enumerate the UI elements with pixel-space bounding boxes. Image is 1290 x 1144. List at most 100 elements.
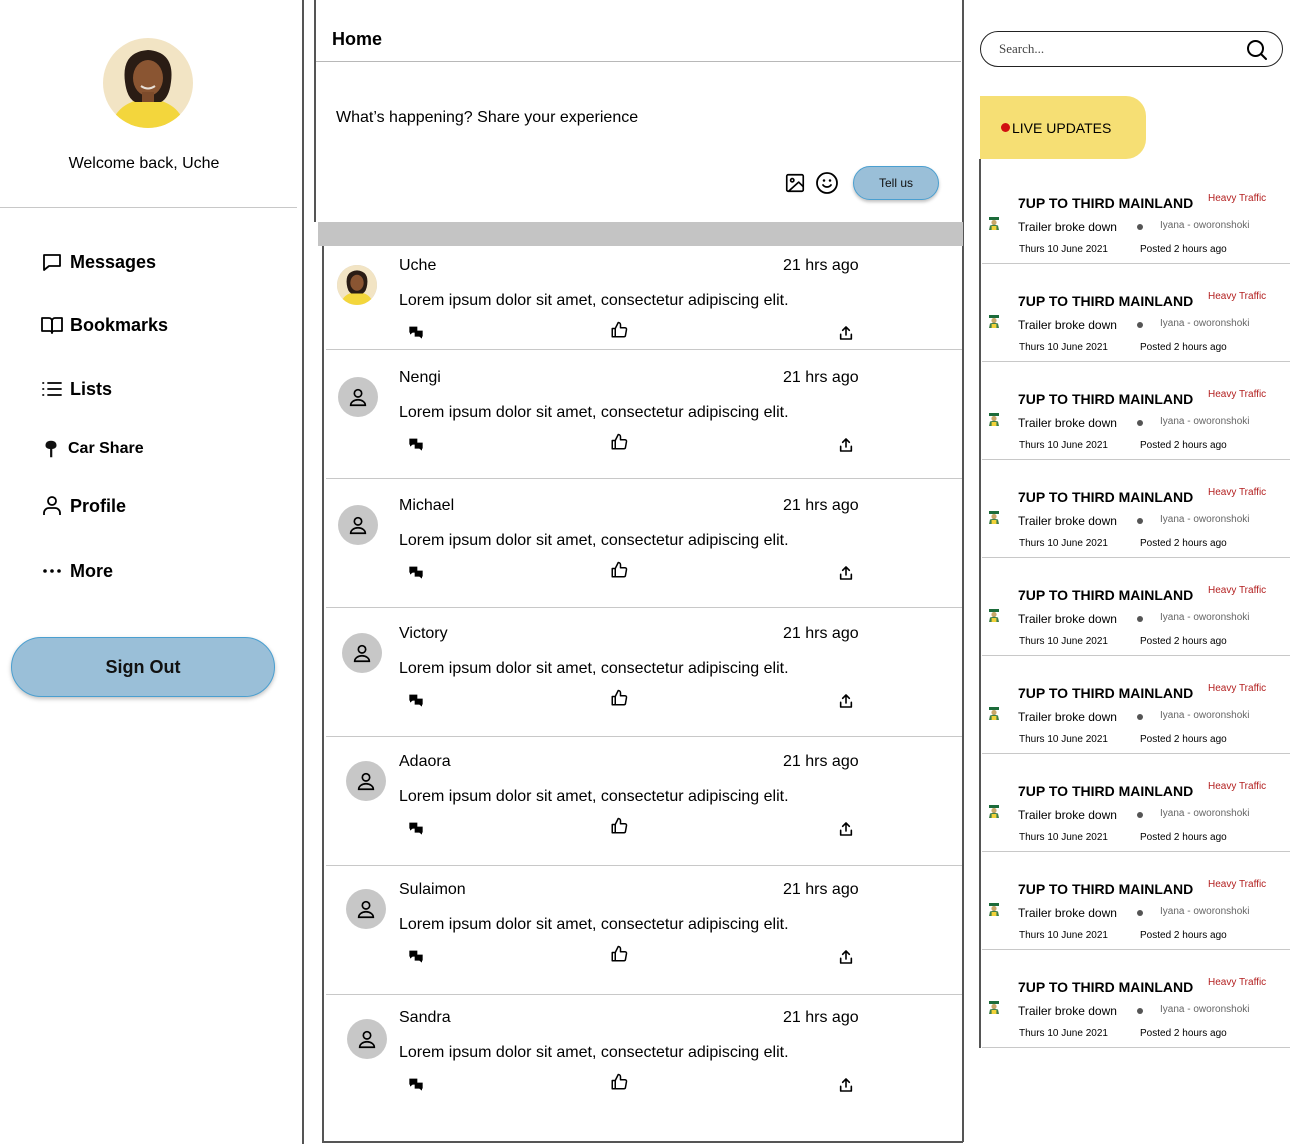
nav-item-car-share[interactable]: Car Share xyxy=(40,438,144,460)
share-icon[interactable] xyxy=(838,693,854,709)
comment-icon[interactable] xyxy=(408,692,424,708)
post-item: Sandra 21 hrs ago Lorem ipsum dolor sit … xyxy=(326,995,962,1124)
avatar[interactable] xyxy=(346,761,386,801)
update-title: 7UP TO THIRD MAINLAND xyxy=(1018,881,1194,897)
share-icon[interactable] xyxy=(838,821,854,837)
share-icon[interactable] xyxy=(838,437,854,453)
like-icon[interactable] xyxy=(610,321,628,339)
nav-item-bookmarks[interactable]: Bookmarks xyxy=(40,313,168,337)
comment-icon[interactable] xyxy=(408,436,424,452)
traffic-tag: Heavy Traffic xyxy=(1208,977,1267,988)
post-author[interactable]: Sulaimon xyxy=(399,881,466,899)
post-timestamp: 21 hrs ago xyxy=(783,257,859,274)
update-location: Iyana - oworonshoki xyxy=(1160,808,1250,819)
list-item[interactable]: 7UP TO THIRD MAINLAND Heavy Traffic Trai… xyxy=(982,362,1290,460)
update-posted: Posted 2 hours ago xyxy=(1140,734,1227,745)
feed-bottom-border xyxy=(322,1141,963,1143)
comment-icon[interactable] xyxy=(408,1076,424,1092)
avatar[interactable] xyxy=(346,889,386,929)
feed-left-border-lower xyxy=(322,246,324,1142)
compose-input[interactable]: What’s happening? Share your experience xyxy=(336,109,638,127)
list-item[interactable]: 7UP TO THIRD MAINLAND Heavy Traffic Trai… xyxy=(982,166,1290,264)
share-icon[interactable] xyxy=(838,325,854,341)
like-icon[interactable] xyxy=(610,561,628,579)
separator-dot xyxy=(1137,420,1143,426)
like-icon[interactable] xyxy=(610,689,628,707)
nav-item-profile[interactable]: Profile xyxy=(40,494,126,518)
share-icon[interactable] xyxy=(838,949,854,965)
post-author[interactable]: Victory xyxy=(399,625,448,643)
comment-icon[interactable] xyxy=(408,948,424,964)
update-location: Iyana - oworonshoki xyxy=(1160,416,1250,427)
search-icon[interactable] xyxy=(1245,38,1269,62)
post-item: Victory 21 hrs ago Lorem ipsum dolor sit… xyxy=(326,608,962,737)
header-divider xyxy=(316,61,961,62)
search-input[interactable] xyxy=(999,40,1239,58)
user-icon xyxy=(358,1030,376,1049)
update-description: Trailer broke down xyxy=(1018,1004,1117,1018)
post-author[interactable]: Uche xyxy=(399,257,436,275)
update-posted: Posted 2 hours ago xyxy=(1140,538,1227,549)
like-icon[interactable] xyxy=(610,817,628,835)
update-description: Trailer broke down xyxy=(1018,416,1117,430)
traffic-tag: Heavy Traffic xyxy=(1208,585,1267,596)
separator-dot xyxy=(1137,322,1143,328)
post-timestamp: 21 hrs ago xyxy=(783,369,859,386)
update-location: Iyana - oworonshoki xyxy=(1160,1004,1250,1015)
traffic-tag: Heavy Traffic xyxy=(1208,193,1267,204)
comment-icon[interactable] xyxy=(408,564,424,580)
like-icon[interactable] xyxy=(610,1073,628,1091)
update-location: Iyana - oworonshoki xyxy=(1160,514,1250,525)
share-icon[interactable] xyxy=(838,1077,854,1093)
user-icon xyxy=(43,496,61,515)
avatar[interactable] xyxy=(338,505,378,545)
update-location: Iyana - oworonshoki xyxy=(1160,906,1250,917)
live-indicator-dot xyxy=(1001,123,1010,132)
post-author[interactable]: Michael xyxy=(399,497,454,515)
traffic-officer-icon xyxy=(989,217,999,230)
list-item[interactable]: 7UP TO THIRD MAINLAND Heavy Traffic Trai… xyxy=(982,950,1290,1048)
separator-dot xyxy=(1137,616,1143,622)
avatar[interactable] xyxy=(342,633,382,673)
nav-item-more[interactable]: More xyxy=(40,559,113,583)
nav-item-messages[interactable]: Messages xyxy=(40,250,156,274)
emoji-icon[interactable] xyxy=(815,171,839,195)
live-updates-tab[interactable]: LIVE UPDATES xyxy=(980,96,1146,159)
post-text: Lorem ipsum dolor sit amet, consectetur … xyxy=(399,404,789,421)
nav-label-more: More xyxy=(70,560,114,581)
like-icon[interactable] xyxy=(610,945,628,963)
traffic-tag: Heavy Traffic xyxy=(1208,487,1267,498)
update-posted: Posted 2 hours ago xyxy=(1140,342,1227,353)
post-author[interactable]: Adaora xyxy=(399,753,451,771)
avatar[interactable] xyxy=(338,377,378,417)
user-avatar[interactable] xyxy=(103,38,193,128)
post-author[interactable]: Sandra xyxy=(399,1009,451,1027)
book-icon xyxy=(41,317,63,334)
location-pin-icon xyxy=(45,440,57,458)
update-title: 7UP TO THIRD MAINLAND xyxy=(1018,587,1194,603)
post-author[interactable]: Nengi xyxy=(399,369,441,387)
compose-divider-band xyxy=(318,222,963,246)
list-item[interactable]: 7UP TO THIRD MAINLAND Heavy Traffic Trai… xyxy=(982,264,1290,362)
image-icon[interactable] xyxy=(784,172,806,194)
share-icon[interactable] xyxy=(838,565,854,581)
tell-us-button[interactable]: Tell us xyxy=(853,166,939,200)
list-item[interactable]: 7UP TO THIRD MAINLAND Heavy Traffic Trai… xyxy=(982,558,1290,656)
update-description: Trailer broke down xyxy=(1018,220,1117,234)
comment-icon[interactable] xyxy=(408,324,424,340)
update-date: Thurs 10 June 2021 xyxy=(1019,244,1108,255)
list-item[interactable]: 7UP TO THIRD MAINLAND Heavy Traffic Trai… xyxy=(982,460,1290,558)
list-item[interactable]: 7UP TO THIRD MAINLAND Heavy Traffic Trai… xyxy=(982,656,1290,754)
update-title: 7UP TO THIRD MAINLAND xyxy=(1018,783,1194,799)
traffic-tag: Heavy Traffic xyxy=(1208,683,1267,694)
like-icon[interactable] xyxy=(610,433,628,451)
nav-item-lists[interactable]: Lists xyxy=(40,377,112,401)
update-date: Thurs 10 June 2021 xyxy=(1019,538,1108,549)
comment-icon[interactable] xyxy=(408,820,424,836)
list-item[interactable]: 7UP TO THIRD MAINLAND Heavy Traffic Trai… xyxy=(982,754,1290,852)
avatar[interactable] xyxy=(347,1019,387,1059)
list-item[interactable]: 7UP TO THIRD MAINLAND Heavy Traffic Trai… xyxy=(982,852,1290,950)
avatar[interactable] xyxy=(337,265,377,305)
sign-out-button[interactable]: Sign Out xyxy=(11,637,275,697)
post-timestamp: 21 hrs ago xyxy=(783,497,859,514)
